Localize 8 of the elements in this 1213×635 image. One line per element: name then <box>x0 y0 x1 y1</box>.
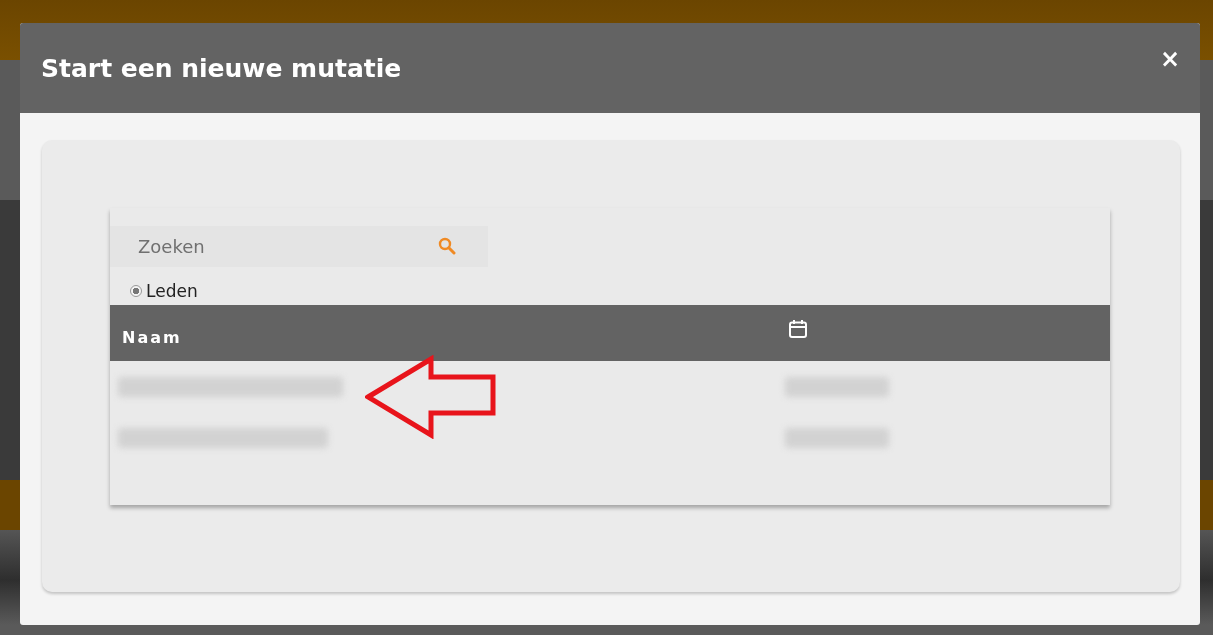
search-icon <box>438 237 456 255</box>
search-field[interactable]: Zoeken <box>110 226 488 267</box>
calendar-icon <box>788 319 808 339</box>
close-button[interactable]: × <box>1155 45 1184 73</box>
radio-option[interactable]: Leden <box>130 279 198 303</box>
dialog-title: Start een nieuwe mutatie <box>41 53 402 83</box>
radio-button[interactable] <box>130 285 142 297</box>
column-header: Naam <box>122 327 182 347</box>
